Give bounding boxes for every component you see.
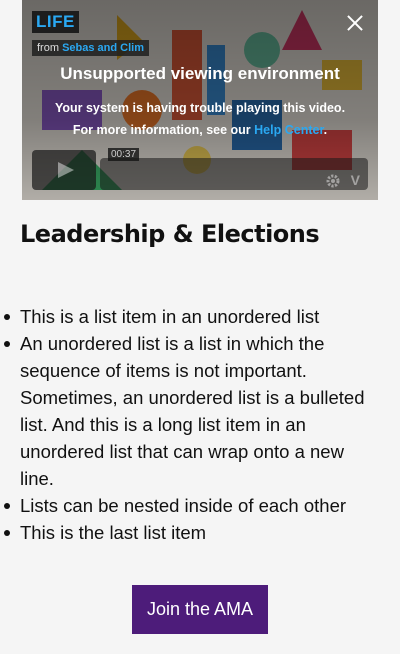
help-center-link[interactable]: Help Center (254, 123, 323, 137)
video-player[interactable]: LIFE from Sebas and Clim Unsupported vie… (22, 0, 378, 200)
video-byline: from Sebas and Clim (32, 40, 149, 56)
join-ama-button[interactable]: Join the AMA (132, 585, 268, 634)
bulleted-list: This is a list item in an unordered list… (4, 303, 380, 546)
byline-from: from (37, 42, 59, 54)
close-icon[interactable] (346, 14, 364, 32)
list-item: Lists can be nested inside of each other (4, 492, 380, 519)
play-button[interactable] (32, 150, 96, 190)
channel-logo[interactable]: LIFE (32, 11, 79, 33)
error-line-2-suffix: . (323, 123, 328, 137)
list-item: An unordered list is a list in which the… (4, 330, 380, 492)
timestamp: 00:37 (108, 148, 140, 161)
vimeo-icon[interactable]: V (351, 172, 360, 188)
error-message: Your system is having trouble playing th… (22, 97, 378, 141)
error-line-2-prefix: For more information, see our (72, 123, 255, 137)
error-title: Unsupported viewing environment (60, 64, 340, 83)
error-line-2: For more information, see our Help Cente… (22, 119, 378, 141)
page: LIFE from Sebas and Clim Unsupported vie… (0, 0, 400, 654)
byline-author-link[interactable]: Sebas and Clim (62, 42, 144, 54)
video-controls: V 00:37 (32, 148, 368, 190)
gear-icon[interactable] (326, 174, 340, 188)
progress-bar[interactable]: V (100, 158, 368, 190)
list-item: This is a list item in an unordered list (4, 303, 380, 330)
list-item: This is the last list item (4, 519, 380, 546)
error-line-1: Your system is having trouble playing th… (54, 101, 346, 115)
page-title: Leadership & Elections (20, 220, 320, 248)
